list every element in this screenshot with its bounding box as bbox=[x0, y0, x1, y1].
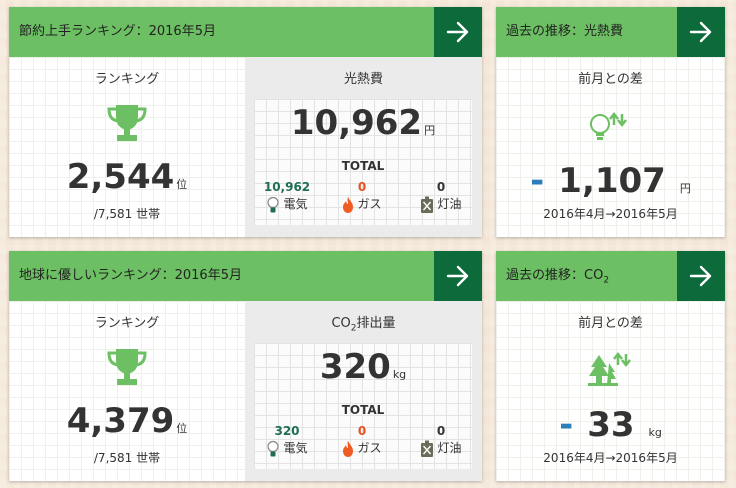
electric-label: 電気 bbox=[252, 439, 322, 458]
emission-label: CO2排出量 bbox=[331, 316, 396, 334]
rank-total: /7,581 世帯 bbox=[93, 451, 161, 465]
difference-value: -1,107 円 bbox=[496, 161, 725, 201]
eco-ranking-card: 地球に優しいランキング：2016年5月 ランキング 4,379 位 /7,581 … bbox=[9, 251, 482, 481]
kerosene-label: 灯油 bbox=[406, 439, 476, 458]
total-emission-unit: kg bbox=[392, 368, 407, 381]
fuel-can-icon bbox=[421, 196, 434, 213]
rank-number: 2,544 bbox=[66, 157, 175, 197]
arrow-right-icon bbox=[446, 21, 469, 43]
open-details-button[interactable] bbox=[434, 7, 482, 57]
total-cost-number: 10,962 bbox=[290, 103, 423, 143]
emission-section: CO2排出量 320 kg TOTAL 320 電気 0 ガス 0 灯油 bbox=[245, 301, 482, 481]
total-emission-number: 320 bbox=[319, 347, 391, 387]
lightbulb-up-down-icon bbox=[590, 111, 627, 140]
gas-usage: 0 ガス bbox=[327, 424, 397, 458]
card-title: 地球に優しいランキング：2016年5月 bbox=[19, 268, 242, 283]
difference-number: 33 bbox=[587, 405, 635, 445]
trophy-icon bbox=[107, 349, 147, 385]
co2-history-card: 過去の推移：CO2 前月との差 -33 kg 2016年4月→2016年5月 bbox=[496, 251, 725, 481]
difference-section: 前月との差 -1,107 円 2016年4月→2016年5月 bbox=[496, 57, 725, 237]
gas-label: ガス bbox=[327, 195, 397, 214]
minus-sign: - bbox=[559, 405, 574, 445]
gas-usage: 0 ガス bbox=[327, 180, 397, 214]
kerosene-label: 灯油 bbox=[406, 195, 476, 214]
cost-history-card: 過去の推移：光熱費 前月との差 -1,107 円 2016年4月→2016年5月 bbox=[496, 7, 725, 237]
rank-value: 4,379 位 bbox=[9, 401, 245, 441]
difference-number: 1,107 bbox=[558, 161, 666, 201]
kerosene-value: 0 bbox=[436, 180, 446, 194]
total-caption: TOTAL bbox=[341, 159, 385, 173]
open-details-button[interactable] bbox=[677, 7, 725, 57]
gas-value: 0 bbox=[357, 180, 367, 194]
electric-label: 電気 bbox=[252, 195, 322, 214]
electric-usage: 10,962 電気 bbox=[252, 180, 322, 214]
card-header: 過去の推移：CO2 bbox=[496, 251, 725, 301]
arrow-right-icon bbox=[446, 265, 469, 287]
total-caption: TOTAL bbox=[341, 403, 385, 417]
minus-sign: - bbox=[530, 161, 545, 201]
difference-label: 前月との差 bbox=[578, 316, 643, 331]
gas-value: 0 bbox=[357, 424, 367, 438]
card-title: 過去の推移：光熱費 bbox=[506, 24, 624, 39]
difference-section: 前月との差 -33 kg 2016年4月→2016年5月 bbox=[496, 301, 725, 481]
arrow-right-icon bbox=[689, 265, 712, 287]
lightbulb-icon bbox=[267, 440, 280, 456]
gas-label: ガス bbox=[327, 439, 397, 458]
difference-unit: kg bbox=[648, 426, 662, 439]
rank-value: 2,544 位 bbox=[9, 157, 245, 197]
trophy-icon bbox=[107, 105, 147, 141]
total-emission-value: 320 kg bbox=[254, 347, 472, 387]
rank-unit: 位 bbox=[176, 422, 188, 435]
kerosene-usage: 0 灯油 bbox=[406, 424, 476, 458]
ranking-section: ランキング 4,379 位 /7,581 世帯 bbox=[9, 301, 245, 481]
rank-unit: 位 bbox=[176, 178, 188, 191]
trees-up-down-icon bbox=[588, 351, 631, 386]
arrow-right-icon bbox=[689, 21, 712, 43]
cost-breakdown-panel: 10,962 円 TOTAL 10,962 電気 0 ガス 0 灯油 bbox=[254, 99, 472, 225]
card-header: 地球に優しいランキング：2016年5月 bbox=[9, 251, 482, 301]
difference-label: 前月との差 bbox=[578, 72, 643, 87]
flame-icon bbox=[343, 196, 354, 213]
electric-value: 320 bbox=[274, 424, 300, 438]
electric-value: 10,962 bbox=[263, 180, 311, 194]
card-header: 過去の推移：光熱費 bbox=[496, 7, 725, 57]
open-details-button[interactable] bbox=[434, 251, 482, 301]
difference-value: -33 kg bbox=[496, 405, 725, 445]
electric-usage: 320 電気 bbox=[252, 424, 322, 458]
period-label: 2016年4月→2016年5月 bbox=[543, 207, 678, 221]
ranking-label: ランキング bbox=[94, 316, 160, 331]
rank-number: 4,379 bbox=[66, 401, 175, 441]
cost-label: 光熱費 bbox=[343, 72, 383, 87]
card-title: 過去の推移：CO2 bbox=[506, 268, 610, 286]
lightbulb-icon bbox=[267, 196, 280, 212]
ranking-section: ランキング 2,544 位 /7,581 世帯 bbox=[9, 57, 245, 237]
kerosene-usage: 0 灯油 bbox=[406, 180, 476, 214]
difference-unit: 円 bbox=[679, 182, 691, 195]
total-cost-unit: 円 bbox=[424, 124, 436, 137]
emission-breakdown-panel: 320 kg TOTAL 320 電気 0 ガス 0 灯油 bbox=[254, 343, 472, 469]
total-cost-value: 10,962 円 bbox=[254, 103, 472, 143]
ranking-label: ランキング bbox=[94, 72, 160, 87]
open-details-button[interactable] bbox=[677, 251, 725, 301]
card-title: 節約上手ランキング：2016年5月 bbox=[19, 24, 216, 39]
period-label: 2016年4月→2016年5月 bbox=[543, 451, 678, 465]
cost-section: 光熱費 10,962 円 TOTAL 10,962 電気 0 ガス 0 灯油 bbox=[245, 57, 482, 237]
rank-total: /7,581 世帯 bbox=[93, 207, 161, 221]
fuel-can-icon bbox=[421, 440, 434, 457]
flame-icon bbox=[343, 440, 354, 457]
card-header: 節約上手ランキング：2016年5月 bbox=[9, 7, 482, 57]
kerosene-value: 0 bbox=[436, 424, 446, 438]
cost-ranking-card: 節約上手ランキング：2016年5月 ランキング 2,544 位 /7,581 世帯… bbox=[9, 7, 482, 237]
